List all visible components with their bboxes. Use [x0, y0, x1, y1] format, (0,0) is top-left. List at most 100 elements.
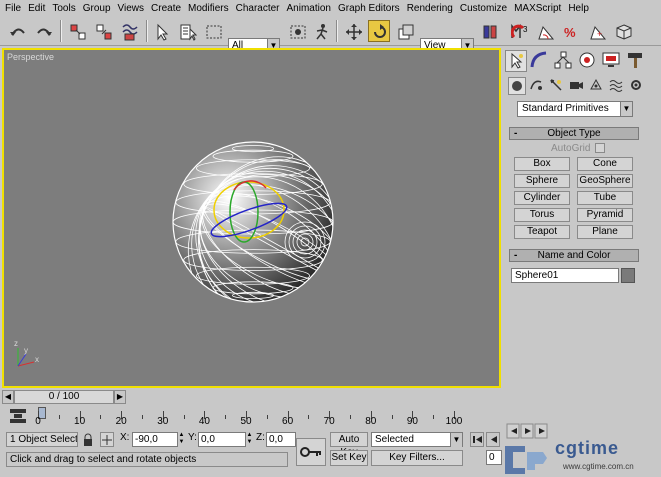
- tab-hierarchy[interactable]: [553, 50, 575, 72]
- key-filters-button[interactable]: Key Filters...: [371, 450, 463, 466]
- select-and-scale-button[interactable]: [394, 20, 416, 42]
- set-keys-toggle[interactable]: [296, 438, 326, 466]
- percent-snap-button[interactable]: %: [560, 20, 582, 42]
- previous-frame-button[interactable]: [486, 432, 500, 447]
- move-button[interactable]: [342, 20, 364, 42]
- ruler-tick: [183, 415, 185, 419]
- auto-key-button[interactable]: Auto Key: [330, 432, 368, 458]
- viewport-canvas: z x y: [14, 136, 376, 367]
- cone-button[interactable]: Cone: [577, 157, 633, 171]
- menu-modifiers[interactable]: Modifiers: [186, 3, 234, 14]
- select-and-move-button[interactable]: [310, 20, 332, 42]
- pyramid-button[interactable]: Pyramid: [577, 208, 633, 222]
- box-button[interactable]: Box: [514, 157, 570, 171]
- menu-tools[interactable]: Tools: [50, 3, 80, 14]
- primitive-category-dropdown[interactable]: Standard Primitives ▼: [517, 101, 633, 117]
- ruler-tick-label: 100: [445, 416, 463, 427]
- angle-snap-button[interactable]: [534, 20, 556, 42]
- tab-display[interactable]: [601, 50, 623, 72]
- menu-maxscript[interactable]: MAXScript: [512, 3, 566, 14]
- menu-group[interactable]: Group: [81, 3, 116, 14]
- key-mode-dropdown[interactable]: Selected ▼: [371, 432, 463, 447]
- perspective-viewport[interactable]: Perspective z x y: [2, 48, 501, 388]
- torus-button[interactable]: Torus: [514, 208, 570, 222]
- lock-icon[interactable]: [82, 433, 94, 447]
- axis-y-label: y: [24, 346, 28, 355]
- frame-ruler[interactable]: 0 10 20 30 40 50 60 70 80 90 100: [35, 405, 468, 429]
- redo-button[interactable]: [32, 20, 54, 42]
- subtab-lights[interactable]: [548, 77, 566, 95]
- menu-create[interactable]: Create: [149, 3, 186, 14]
- space-warp-icon: [122, 24, 138, 41]
- tab-utilities[interactable]: [625, 50, 647, 72]
- y-coordinate-input[interactable]: 0,0: [198, 432, 246, 447]
- menu-customize[interactable]: Customize: [458, 3, 512, 14]
- subtab-cameras[interactable]: [568, 77, 586, 95]
- track-bar-icon[interactable]: [8, 406, 30, 428]
- object-type-rollout-header[interactable]: - Object Type: [509, 127, 639, 140]
- pivot-center-icon: [483, 25, 497, 39]
- menu-rendering[interactable]: Rendering: [405, 3, 458, 14]
- x-coordinate-input[interactable]: -90,0: [132, 432, 178, 447]
- tube-button[interactable]: Tube: [577, 191, 633, 205]
- tab-create[interactable]: [505, 50, 527, 72]
- window-crossing-button[interactable]: [286, 20, 308, 42]
- subtab-systems[interactable]: [628, 77, 646, 95]
- subtab-geometry[interactable]: [508, 77, 526, 95]
- select-and-link-button[interactable]: [66, 20, 88, 42]
- select-by-name-button[interactable]: [176, 20, 198, 42]
- motion-icon: [579, 52, 595, 68]
- hierarchy-icon: [554, 51, 572, 69]
- name-and-color-rollout-header[interactable]: - Name and Color: [509, 249, 639, 262]
- unlink-button[interactable]: [92, 20, 114, 42]
- track-bar[interactable]: 0 10 20 30 40 50 60 70 80 90 100: [0, 405, 501, 429]
- time-slider[interactable]: 0 / 100: [14, 390, 114, 404]
- bind-space-warp-button[interactable]: [118, 20, 140, 42]
- mirror-button[interactable]: 3: [508, 20, 530, 42]
- menu-animation[interactable]: Animation: [285, 3, 336, 14]
- subtab-helpers[interactable]: [588, 77, 606, 95]
- menu-graph-editors[interactable]: Graph Editors: [336, 3, 405, 14]
- menu-character[interactable]: Character: [234, 3, 285, 14]
- menu-help[interactable]: Help: [566, 3, 594, 14]
- tab-modify[interactable]: [529, 50, 551, 72]
- absolute-mode-toggle[interactable]: [100, 432, 114, 447]
- tab-motion[interactable]: [577, 50, 599, 72]
- x-spinner[interactable]: ▲ ▼: [178, 432, 185, 447]
- spinner-snap-button[interactable]: +: [586, 20, 608, 42]
- geosphere-button[interactable]: GeoSphere: [577, 174, 633, 188]
- object-color-swatch[interactable]: [621, 268, 635, 283]
- menu-edit[interactable]: Edit: [26, 3, 50, 14]
- z-coordinate-input[interactable]: 0,0: [266, 432, 296, 447]
- z-label: Z:: [256, 432, 265, 443]
- menu-views[interactable]: Views: [116, 3, 150, 14]
- object-name-input[interactable]: Sphere01: [511, 268, 619, 283]
- subtab-space-warps[interactable]: [608, 77, 626, 95]
- go-to-start-button[interactable]: [470, 432, 484, 447]
- teapot-button[interactable]: Teapot: [514, 225, 570, 239]
- time-slider-bar: ◀ 0 / 100 ▶: [0, 390, 501, 404]
- rectangular-selection-button[interactable]: [202, 20, 224, 42]
- modify-curve-icon: [530, 51, 547, 68]
- select-and-rotate-button[interactable]: [368, 20, 390, 42]
- edit-named-selection-button[interactable]: [612, 20, 634, 42]
- set-key-button[interactable]: Set Key: [330, 450, 368, 466]
- select-object-button[interactable]: [150, 20, 172, 42]
- y-spinner[interactable]: ▲ ▼: [246, 432, 253, 447]
- rollout-title: Name and Color: [537, 250, 611, 261]
- sphere-object[interactable]: [156, 136, 376, 356]
- subtab-shapes[interactable]: [528, 77, 546, 95]
- redo-icon: [37, 28, 52, 36]
- menu-file[interactable]: File: [3, 3, 26, 14]
- cylinder-button[interactable]: Cylinder: [514, 191, 570, 205]
- next-frame-arrow[interactable]: ▶: [114, 390, 126, 404]
- prev-frame-arrow[interactable]: ◀: [2, 390, 14, 404]
- autogrid-checkbox[interactable]: [595, 143, 605, 153]
- spinner-snap-icon: +: [590, 25, 607, 40]
- plane-button[interactable]: Plane: [577, 225, 633, 239]
- ruler-tick-label: 40: [198, 416, 210, 427]
- use-pivot-center-button[interactable]: [478, 20, 500, 42]
- current-frame-input[interactable]: 0: [486, 450, 502, 465]
- sphere-button[interactable]: Sphere: [514, 174, 570, 188]
- undo-button[interactable]: [6, 20, 28, 42]
